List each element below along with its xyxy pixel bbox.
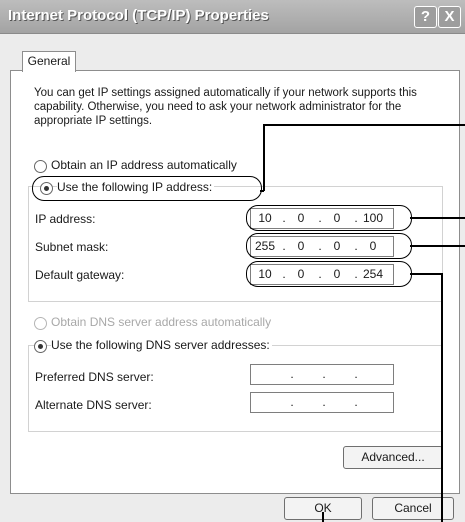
callout-default-gateway [246,261,412,287]
obtain-dns-auto-label: Obtain DNS server address automatically [51,315,272,329]
radio-use-following-dns[interactable] [34,340,47,353]
close-icon: X [444,8,455,25]
radio-obtain-dns-auto[interactable] [34,317,47,330]
callout-line [441,273,443,522]
preferred-dns-label: Preferred DNS server: [35,370,154,384]
tab-general[interactable]: General [22,51,76,72]
preferred-dns-field[interactable]: . .. [250,364,394,385]
help-icon: ? [420,8,431,25]
subnet-mask-label: Subnet mask: [35,240,109,254]
use-following-dns-label: Use the following DNS server addresses: [51,338,272,352]
alternate-dns-field[interactable]: . .. [250,392,394,413]
callout-subnet-mask [246,233,412,259]
callout-use-ip [32,176,262,201]
callout-line [322,512,324,522]
dialog-window: Internet Protocol (TCP/IP) Properties ? … [0,0,465,522]
dns-settings-group [28,345,443,432]
obtain-ip-auto-label: Obtain an IP address automatically [51,158,237,172]
window-title: Internet Protocol (TCP/IP) Properties [8,7,269,24]
advanced-button[interactable]: Advanced... [343,446,443,469]
title-bar[interactable]: Internet Protocol (TCP/IP) Properties ? … [0,0,465,34]
alternate-dns-label: Alternate DNS server: [35,398,152,412]
radio-obtain-ip-auto[interactable] [34,160,47,173]
callout-line [410,245,465,247]
callout-line [263,124,265,191]
ip-address-label: IP address: [35,212,96,226]
default-gateway-label: Default gateway: [35,268,125,282]
close-button[interactable]: X [438,6,461,28]
help-button[interactable]: ? [414,6,437,28]
callout-line [263,124,465,126]
description-text: You can get IP settings assigned automat… [34,87,417,127]
callout-ip-address [246,205,412,231]
callout-line [410,273,442,275]
callout-line [410,217,465,219]
